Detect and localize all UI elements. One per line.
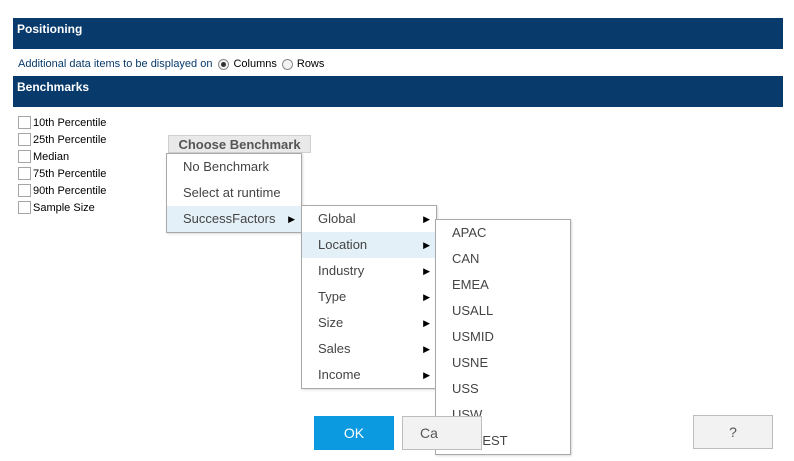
- check-label: 75th Percentile: [33, 167, 107, 180]
- caret-right-icon: ▶: [423, 344, 430, 354]
- check-item-10th-percentile[interactable]: 10th Percentile: [18, 114, 106, 131]
- menu-item-apac[interactable]: APAC: [436, 220, 570, 246]
- menu-item-uss[interactable]: USS: [436, 376, 570, 402]
- checkbox[interactable]: [18, 150, 31, 163]
- rows-radio-label[interactable]: Rows: [297, 58, 325, 70]
- check-label: 25th Percentile: [33, 133, 107, 146]
- positioning-options-row: Additional data items to be displayed on…: [18, 55, 329, 73]
- menu-item-can[interactable]: CAN: [436, 246, 570, 272]
- check-item-25th-percentile[interactable]: 25th Percentile: [18, 131, 106, 148]
- check-label: 10th Percentile: [33, 116, 107, 129]
- menu-item-label: SuccessFactors: [183, 211, 276, 226]
- menu-item-size[interactable]: Size ▶: [302, 310, 436, 336]
- menu-item-label: Type: [318, 289, 347, 304]
- caret-right-icon: ▶: [423, 370, 430, 380]
- help-button[interactable]: ?: [693, 415, 773, 449]
- menu-item-global[interactable]: Global ▶: [302, 206, 436, 232]
- check-label: Sample Size: [33, 201, 95, 214]
- menu-item-label: Size: [318, 315, 344, 330]
- menu-item-sales[interactable]: Sales ▶: [302, 336, 436, 362]
- menu-item-usall[interactable]: USALL: [436, 298, 570, 324]
- menu-item-successfactors[interactable]: SuccessFactors ▶: [167, 206, 301, 232]
- positioning-label: Additional data items to be displayed on: [18, 58, 213, 70]
- columns-radio[interactable]: [218, 58, 230, 70]
- menu-item-label: No Benchmark: [183, 159, 269, 174]
- successfactors-submenu: Global ▶ Location ▶ Industry ▶ Type ▶ Si…: [301, 205, 437, 389]
- caret-right-icon: ▶: [423, 266, 430, 276]
- check-item-75th-percentile[interactable]: 75th Percentile: [18, 165, 106, 182]
- check-label: Median: [33, 150, 70, 163]
- menu-item-label: Industry: [318, 263, 365, 278]
- benchmark-menu: No Benchmark Select at runtime SuccessFa…: [166, 153, 302, 233]
- caret-right-icon: ▶: [423, 318, 430, 328]
- checkbox[interactable]: [18, 167, 31, 180]
- menu-item-select-at-runtime[interactable]: Select at runtime: [167, 180, 301, 206]
- menu-item-no-benchmark[interactable]: No Benchmark: [167, 154, 301, 180]
- caret-right-icon: ▶: [423, 214, 430, 224]
- benchmarks-header: Benchmarks: [13, 76, 783, 107]
- check-item-median[interactable]: Median: [18, 148, 106, 165]
- checkbox[interactable]: [18, 201, 31, 214]
- menu-item-label: Income: [318, 367, 361, 382]
- positioning-header: Positioning: [13, 18, 783, 49]
- rows-radio[interactable]: [281, 58, 293, 70]
- menu-item-location[interactable]: Location ▶: [302, 232, 436, 258]
- menu-item-type[interactable]: Type ▶: [302, 284, 436, 310]
- choose-benchmark-button[interactable]: Choose Benchmark: [168, 135, 311, 153]
- menu-item-label: Sales: [318, 341, 351, 356]
- check-item-90th-percentile[interactable]: 90th Percentile: [18, 182, 106, 199]
- caret-right-icon: ▶: [423, 292, 430, 302]
- cancel-button[interactable]: Ca: [402, 416, 482, 450]
- menu-item-label: Global: [318, 211, 356, 226]
- menu-item-industry[interactable]: Industry ▶: [302, 258, 436, 284]
- menu-item-label: Select at runtime: [183, 185, 281, 200]
- columns-radio-label[interactable]: Columns: [233, 58, 276, 70]
- caret-right-icon: ▶: [288, 214, 295, 224]
- checkbox[interactable]: [18, 184, 31, 197]
- check-label: 90th Percentile: [33, 184, 107, 197]
- menu-item-usmid[interactable]: USMID: [436, 324, 570, 350]
- ok-button[interactable]: OK: [314, 416, 394, 450]
- check-item-sample-size[interactable]: Sample Size: [18, 199, 106, 216]
- caret-right-icon: ▶: [423, 240, 430, 250]
- positioning-title: Positioning: [17, 22, 83, 36]
- menu-item-income[interactable]: Income ▶: [302, 362, 436, 388]
- benchmarks-title: Benchmarks: [17, 80, 90, 94]
- checkbox[interactable]: [18, 116, 31, 129]
- menu-item-emea[interactable]: EMEA: [436, 272, 570, 298]
- menu-item-label: Location: [318, 237, 368, 252]
- checkbox[interactable]: [18, 133, 31, 146]
- menu-item-usne[interactable]: USNE: [436, 350, 570, 376]
- benchmark-checklist: 10th Percentile 25th Percentile Median 7…: [18, 114, 106, 216]
